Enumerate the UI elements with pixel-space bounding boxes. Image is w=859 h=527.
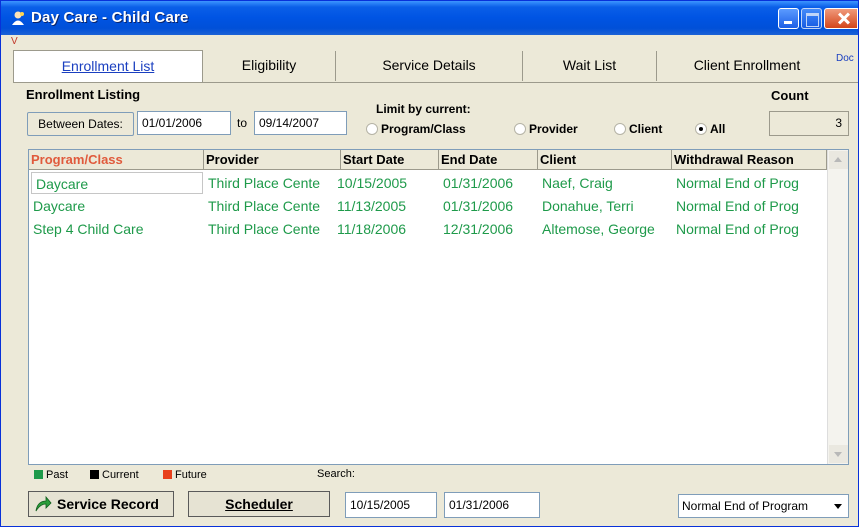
- radio-all[interactable]: All: [695, 122, 725, 136]
- cell-program[interactable]: Daycare: [31, 172, 203, 194]
- tab-wait-list[interactable]: Wait List: [523, 51, 657, 81]
- cell-program: Daycare: [33, 198, 86, 214]
- tab-client-enrollment[interactable]: Client Enrollment: [657, 51, 837, 81]
- count-label: Count: [771, 88, 809, 103]
- radio-label: Provider: [529, 122, 578, 136]
- search-end-date-field[interactable]: 01/31/2006: [444, 492, 540, 518]
- between-dates-button[interactable]: Between Dates:: [27, 112, 134, 136]
- cell-start-date: 11/18/2006: [337, 221, 407, 237]
- legend-label: Current: [102, 469, 139, 481]
- cell-withdrawal-reason: Normal End of Prog: [676, 175, 799, 191]
- count-value: 3: [769, 111, 849, 136]
- app-window: Day Care - Child Care V Doc Enrollment L…: [0, 0, 859, 527]
- scroll-up-icon[interactable]: [829, 151, 848, 169]
- radio-label: All: [710, 122, 726, 136]
- cell-start-date: 10/15/2005: [337, 175, 408, 191]
- green-arrow-icon: [35, 496, 52, 512]
- cell-program: Step 4 Child Care: [33, 221, 144, 237]
- table-row[interactable]: Daycare Third Place Cente 10/15/2005 01/…: [29, 172, 827, 194]
- tab-label: Service Details: [382, 57, 476, 73]
- legend-label: Future: [175, 469, 207, 481]
- scheduler-label: Scheduler: [225, 496, 293, 512]
- legend-current: Current: [90, 469, 139, 481]
- app-icon: [12, 11, 24, 25]
- to-label: to: [237, 116, 248, 130]
- corner-marker-left: V: [11, 36, 18, 47]
- service-record-label: Service Record: [57, 496, 159, 512]
- column-provider[interactable]: Provider: [204, 150, 341, 170]
- cell-provider: Third Place Cente: [208, 198, 321, 214]
- tab-divider: [13, 82, 858, 83]
- tab-label: Enrollment List: [61, 58, 155, 74]
- corner-marker-doc[interactable]: Doc: [836, 53, 854, 64]
- table-row[interactable]: Daycare Third Place Cente 11/13/2005 01/…: [29, 195, 827, 217]
- column-withdrawal-reason[interactable]: Withdrawal Reason: [672, 150, 827, 170]
- withdrawal-reason-select[interactable]: Normal End of Program: [678, 494, 849, 518]
- cell-end-date: 01/31/2006: [443, 198, 514, 214]
- select-value: Normal End of Program: [682, 499, 809, 513]
- scroll-down-icon[interactable]: [829, 445, 848, 463]
- radio-dot: [366, 123, 378, 135]
- enrollment-table: Program/Class Provider Start Date End Da…: [28, 149, 849, 465]
- cell-provider: Third Place Cente: [208, 175, 321, 191]
- tab-enrollment-list[interactable]: Enrollment List: [13, 50, 203, 83]
- column-start-date[interactable]: Start Date: [341, 150, 439, 170]
- legend-past: Past: [34, 469, 68, 481]
- radio-program-class[interactable]: Program/Class: [366, 122, 466, 136]
- column-program-class[interactable]: Program/Class: [29, 150, 204, 170]
- maximize-button[interactable]: [801, 8, 822, 29]
- from-date-field[interactable]: 01/01/2006: [137, 111, 231, 135]
- radio-provider[interactable]: Provider: [514, 122, 578, 136]
- legend-label: Past: [46, 469, 69, 481]
- table-header: Program/Class Provider Start Date End Da…: [29, 150, 827, 170]
- legend-future: Future: [163, 469, 207, 481]
- minimize-button[interactable]: [778, 8, 799, 29]
- vertical-scrollbar[interactable]: [827, 150, 848, 464]
- table-row[interactable]: Step 4 Child Care Third Place Cente 11/1…: [29, 218, 827, 240]
- tab-eligibility[interactable]: Eligibility: [203, 51, 336, 81]
- scheduler-button[interactable]: Scheduler: [188, 491, 330, 517]
- tab-service-details[interactable]: Service Details: [336, 51, 523, 81]
- service-record-button[interactable]: Service Record: [28, 491, 174, 517]
- radio-label: Client: [629, 122, 663, 136]
- window-title: Day Care - Child Care: [31, 9, 189, 26]
- radio-dot-selected: [695, 123, 707, 135]
- column-end-date[interactable]: End Date: [439, 150, 538, 170]
- current-swatch-icon: [90, 470, 99, 479]
- tab-label: Client Enrollment: [693, 57, 801, 73]
- limit-label: Limit by current:: [376, 102, 471, 116]
- past-swatch-icon: [34, 470, 43, 479]
- to-date-field[interactable]: 09/14/2007: [254, 111, 347, 135]
- cell-client: Donahue, Terri: [542, 198, 634, 214]
- chevron-down-icon[interactable]: [830, 497, 846, 515]
- title-bar[interactable]: Day Care - Child Care: [1, 1, 858, 35]
- future-swatch-icon: [163, 470, 172, 479]
- cell-client: Naef, Craig: [542, 175, 613, 191]
- radio-label: Program/Class: [381, 122, 466, 136]
- search-start-date-field[interactable]: 10/15/2005: [345, 492, 437, 518]
- radio-dot: [614, 123, 626, 135]
- cell-start-date: 11/13/2005: [337, 198, 407, 214]
- tab-label: Wait List: [562, 57, 617, 73]
- search-label: Search:: [317, 468, 355, 480]
- cell-withdrawal-reason: Normal End of Prog: [676, 221, 799, 237]
- radio-client[interactable]: Client: [614, 122, 662, 136]
- close-button[interactable]: [824, 8, 858, 29]
- cell-client: Altemose, George: [542, 221, 655, 237]
- tab-label: Eligibility: [241, 57, 297, 73]
- column-client[interactable]: Client: [538, 150, 672, 170]
- radio-dot: [514, 123, 526, 135]
- cell-end-date: 12/31/2006: [443, 221, 514, 237]
- cell-withdrawal-reason: Normal End of Prog: [676, 198, 799, 214]
- cell-provider: Third Place Cente: [208, 221, 321, 237]
- cell-end-date: 01/31/2006: [443, 175, 514, 191]
- listing-heading: Enrollment Listing: [26, 87, 141, 102]
